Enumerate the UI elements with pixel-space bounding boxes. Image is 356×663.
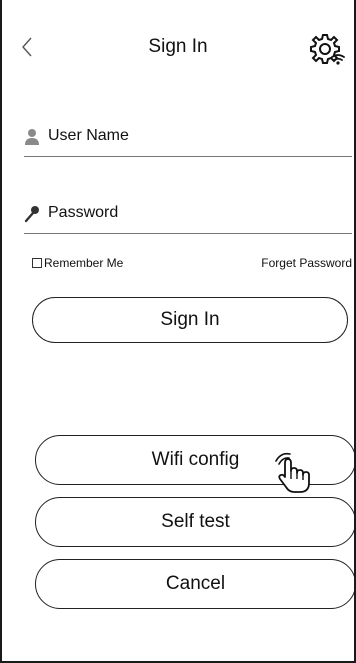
login-options: Remember Me Forget Password (32, 256, 352, 276)
hand-pointer-icon (275, 452, 310, 493)
user-icon (25, 129, 39, 145)
password-field[interactable]: Password (24, 201, 352, 234)
remember-me-toggle[interactable]: Remember Me (32, 256, 123, 270)
self-test-button[interactable]: Self test (35, 497, 354, 547)
forget-password-link[interactable]: Forget Password (261, 256, 352, 270)
sign-in-button[interactable]: Sign In (32, 297, 348, 343)
remember-me-label: Remember Me (44, 256, 124, 270)
page-title: Sign In (148, 36, 208, 57)
gear-wifi-icon[interactable] (303, 30, 347, 68)
cancel-button[interactable]: Cancel (35, 559, 354, 609)
password-label: Password (48, 204, 119, 221)
sign-in-screen: Sign In User Name Password Remember Me F… (0, 0, 356, 663)
username-field[interactable]: User Name (24, 124, 352, 157)
remember-me-checkbox[interactable] (32, 258, 42, 268)
username-label: User Name (48, 127, 129, 144)
header: Sign In (2, 0, 354, 94)
key-icon (24, 206, 39, 223)
